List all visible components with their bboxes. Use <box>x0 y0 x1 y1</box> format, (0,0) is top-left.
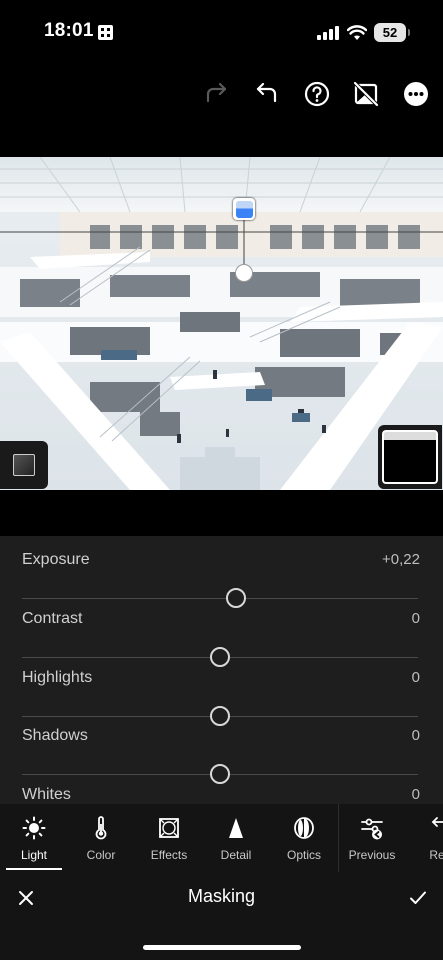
tab-light-label: Light <box>20 848 48 862</box>
photo-canvas[interactable] <box>0 157 443 490</box>
whites-label: Whites <box>22 786 71 803</box>
edit-tab-bar: Light Color Effects Detail Optics Previo… <box>0 804 443 872</box>
home-indicator[interactable] <box>143 945 301 950</box>
mask-center-handle[interactable] <box>235 264 253 282</box>
shadows-value: 0 <box>411 727 420 744</box>
tab-reset[interactable]: Res <box>420 804 443 872</box>
tab-effects-label: Effects <box>150 848 188 862</box>
more-icon <box>404 82 428 106</box>
contrast-value: 0 <box>411 610 420 627</box>
shadows-slider-row: Shadows 0 <box>0 727 443 785</box>
tab-light[interactable]: Light <box>6 804 62 872</box>
compare-toggle-button[interactable] <box>352 80 380 108</box>
adjustments-panel: Exposure +0,22 Contrast 0 Highlights 0 S… <box>0 536 443 804</box>
contrast-label: Contrast <box>22 610 83 627</box>
tab-reset-label: Res <box>429 848 443 862</box>
cellular-signal-icon <box>317 26 339 40</box>
mask-pin[interactable] <box>233 198 255 220</box>
help-icon <box>304 81 330 107</box>
wifi-icon <box>347 25 367 40</box>
screen-title: Masking <box>187 886 256 906</box>
sliders-icon <box>360 816 384 840</box>
vignette-icon <box>157 816 181 840</box>
confirm-button[interactable] <box>406 886 430 910</box>
thermometer-icon <box>89 816 113 840</box>
undo-icon <box>256 83 277 103</box>
exposure-label: Exposure <box>22 551 90 568</box>
contrast-thumb[interactable] <box>210 647 230 667</box>
compare-icon <box>353 81 379 107</box>
sun-icon <box>22 816 46 840</box>
redo-button[interactable] <box>203 80 231 108</box>
contrast-slider-row: Contrast 0 <box>0 610 443 668</box>
mask-overlay-toggle[interactable] <box>0 441 48 489</box>
undo-button[interactable] <box>252 80 280 108</box>
library-photo <box>0 157 443 490</box>
reset-icon <box>428 816 443 840</box>
highlights-slider-row: Highlights 0 <box>0 669 443 727</box>
lens-icon <box>292 816 316 840</box>
shadows-label: Shadows <box>22 727 88 744</box>
battery-level: 52 <box>382 25 398 40</box>
tab-previous-label: Previous <box>348 848 396 862</box>
whites-value: 0 <box>411 786 420 803</box>
highlights-value: 0 <box>411 669 420 686</box>
status-bar: 18:01 52 <box>0 0 443 62</box>
contact-card-icon <box>98 25 113 40</box>
checkmark-icon <box>410 891 426 904</box>
battery-indicator: 52 <box>374 23 410 42</box>
tab-divider <box>338 804 339 872</box>
triangle-icon <box>224 816 248 840</box>
tab-color-label: Color <box>86 848 116 862</box>
help-button[interactable] <box>303 80 331 108</box>
status-time: 18:01 <box>44 20 94 41</box>
tab-detail-label: Detail <box>220 848 252 862</box>
exposure-track[interactable] <box>22 598 418 599</box>
mask-pin-swatch <box>235 200 253 218</box>
tab-effects[interactable]: Effects <box>149 804 189 872</box>
top-toolbar <box>0 74 443 114</box>
whites-slider-row: Whites 0 <box>0 786 443 804</box>
tab-detail[interactable]: Detail <box>216 804 256 872</box>
tab-optics-label: Optics <box>286 848 321 862</box>
tab-color[interactable]: Color <box>81 804 121 872</box>
redo-icon <box>206 83 227 103</box>
exposure-slider-row: Exposure +0,22 <box>0 551 443 609</box>
mask-thumbnail[interactable] <box>378 425 442 489</box>
exposure-value: +0,22 <box>382 551 420 568</box>
mask-overlay-icon <box>13 454 35 476</box>
highlights-label: Highlights <box>22 669 93 686</box>
shadows-thumb[interactable] <box>210 764 230 784</box>
tab-optics[interactable]: Optics <box>284 804 324 872</box>
mask-thumbnail-preview <box>382 430 438 484</box>
highlights-thumb[interactable] <box>210 706 230 726</box>
exposure-thumb[interactable] <box>225 588 246 608</box>
tab-previous[interactable]: Previous <box>347 804 397 872</box>
more-options-button[interactable] <box>402 80 430 108</box>
active-tab-indicator <box>6 868 62 870</box>
